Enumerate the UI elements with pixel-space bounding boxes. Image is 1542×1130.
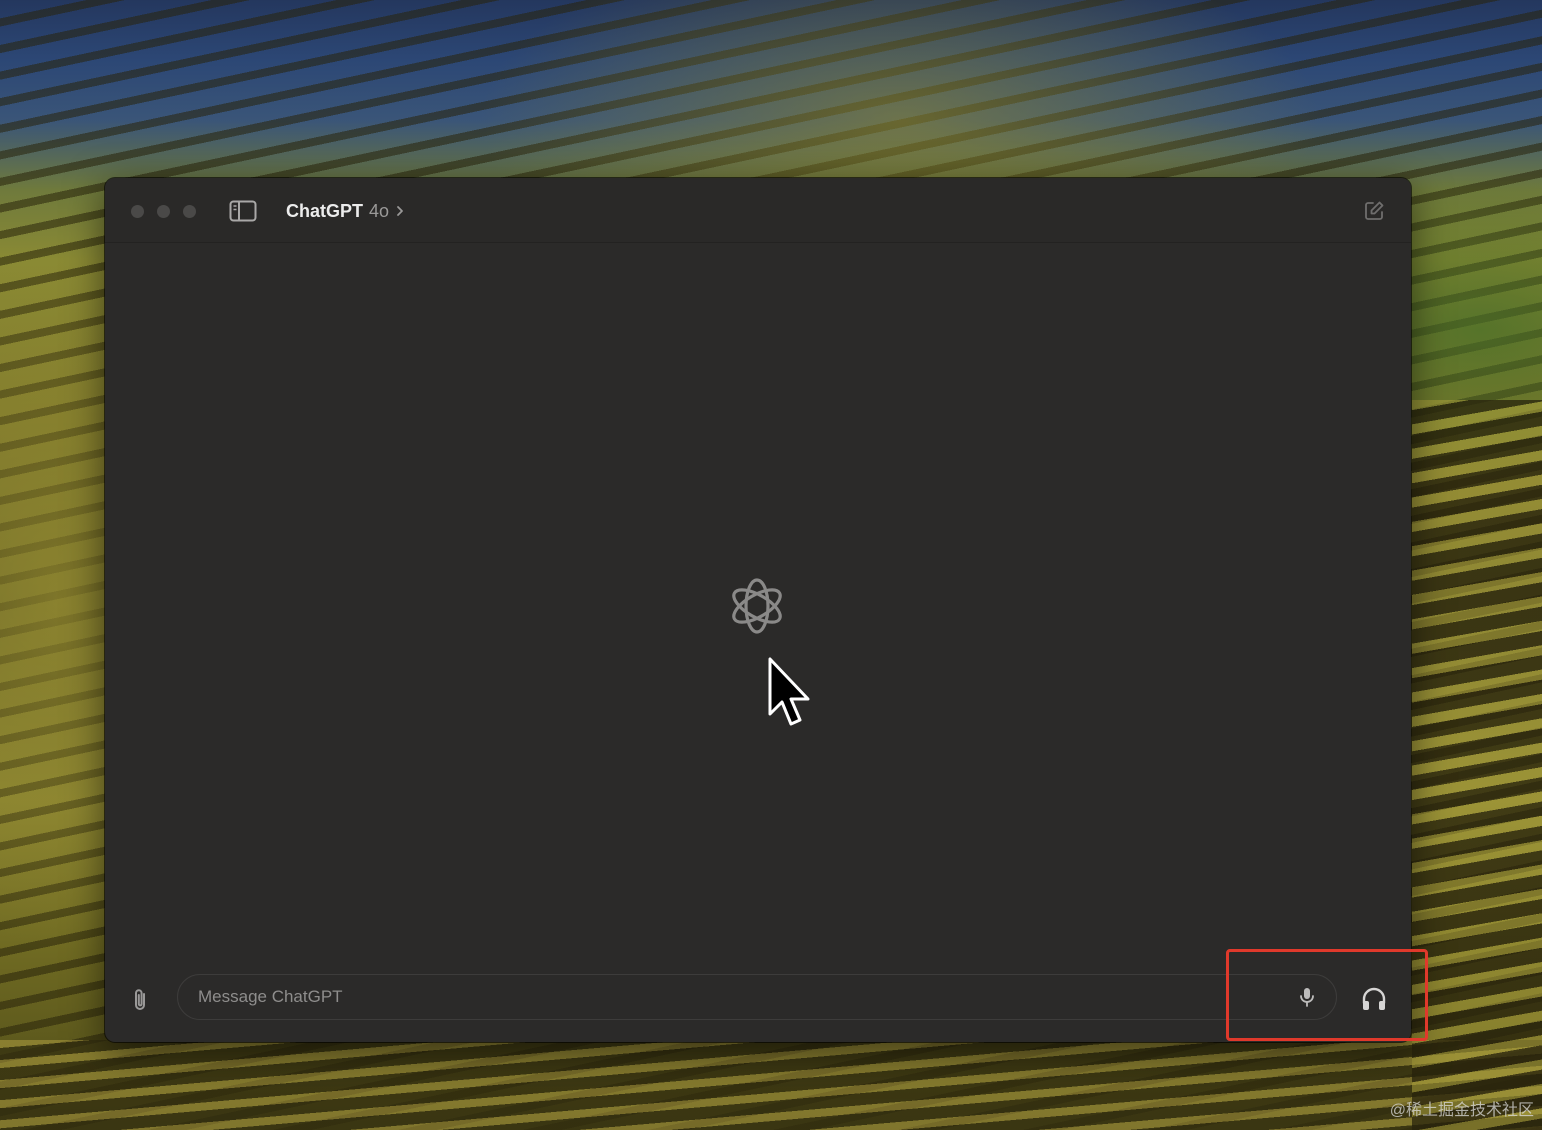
paperclip-icon[interactable] [127,986,155,1014]
openai-logo-icon [732,578,782,634]
watermark: @稀土掘金技术社区 [1389,1102,1534,1119]
message-input[interactable] [198,975,1258,1019]
model-selector[interactable]: ChatGPT 4o [286,200,405,222]
zoom-button[interactable] [183,205,196,218]
close-button[interactable] [131,205,144,218]
chatgpt-window: ChatGPT 4o [105,178,1411,1042]
sidebar-icon[interactable] [229,200,257,222]
minimize-button[interactable] [157,205,170,218]
window-controls [131,205,196,218]
microphone-icon[interactable] [1296,986,1318,1008]
chevron-right-icon [397,206,403,216]
new-chat-icon[interactable] [1363,200,1385,222]
message-composer [177,974,1337,1020]
headphones-icon[interactable] [1359,984,1389,1014]
model-name: ChatGPT [286,200,364,221]
title-bar: ChatGPT 4o [105,178,1411,243]
model-version: 4o [369,200,390,221]
